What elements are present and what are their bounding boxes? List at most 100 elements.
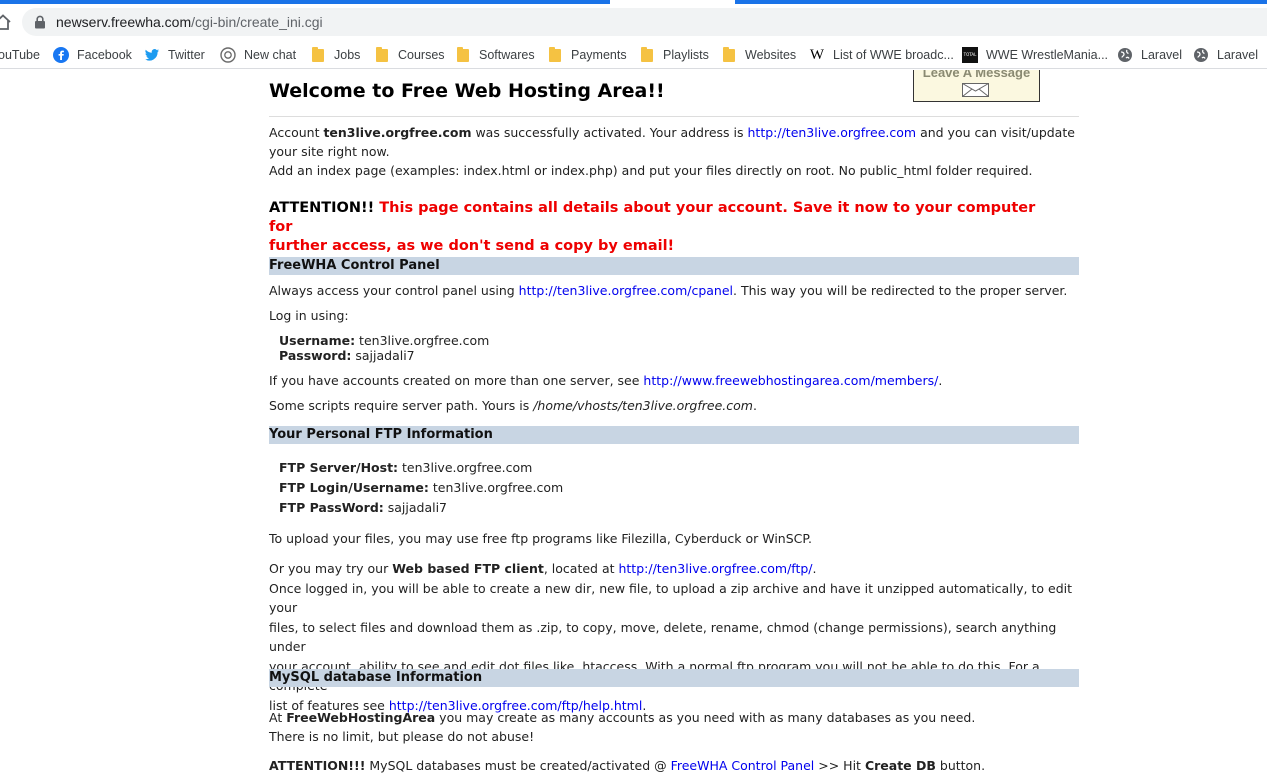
openai-icon bbox=[220, 47, 236, 63]
globe-icon bbox=[1193, 47, 1209, 63]
ftp-upload-paragraph: To upload your files, you may use free f… bbox=[269, 531, 812, 546]
web-ftp-text: , located at bbox=[543, 561, 619, 576]
globe-icon bbox=[1117, 47, 1133, 63]
account-name: ten3live.orgfree.com bbox=[323, 125, 472, 140]
control-panel-link[interactable]: FreeWHA Control Panel bbox=[671, 758, 815, 773]
attention-label: ATTENTION!! bbox=[269, 200, 375, 216]
intro-text: and you can visit/update bbox=[916, 125, 1075, 140]
mysql-attention-label: ATTENTION!!! bbox=[269, 758, 366, 773]
bookmark-facebook[interactable]: Facebook bbox=[53, 45, 132, 65]
bookmark-label: WWE WrestleMania... bbox=[986, 48, 1109, 62]
server-path-value: /home/vhosts/ten3live.orgfree.com bbox=[533, 398, 753, 413]
server-path-text: . bbox=[752, 398, 757, 413]
create-db-label: Create DB bbox=[864, 758, 936, 773]
cpanel-link[interactable]: http://ten3live.orgfree.com/cpanel bbox=[519, 283, 733, 298]
total-icon: TOTAL bbox=[962, 47, 978, 63]
url-text[interactable]: newserv.freewha.com/cgi-bin/create_ini.c… bbox=[56, 14, 323, 30]
bookmark-websites[interactable]: Websites bbox=[721, 45, 796, 65]
leave-message-text: Leave A Message bbox=[922, 70, 1031, 80]
bookmark-courses[interactable]: Courses bbox=[374, 45, 445, 65]
site-address-link[interactable]: http://ten3live.orgfree.com bbox=[748, 125, 917, 140]
ftp-server-label: FTP Server/Host: bbox=[279, 460, 399, 475]
bookmark-wwe-list[interactable]: W List of WWE broadc... bbox=[809, 45, 954, 65]
lock-icon[interactable] bbox=[34, 15, 46, 29]
folder-icon bbox=[639, 46, 655, 63]
server-path-text: Some scripts require server path. Yours … bbox=[269, 398, 534, 413]
leave-message-banner[interactable]: Leave A Message bbox=[913, 70, 1040, 102]
bookmark-label: Playlists bbox=[663, 48, 709, 62]
envelope-icon bbox=[962, 83, 989, 97]
intro-text: Account bbox=[269, 125, 324, 140]
address-bar[interactable]: newserv.freewha.com/cgi-bin/create_ini.c… bbox=[22, 8, 1267, 36]
ftp-server-value: ten3live.orgfree.com bbox=[398, 460, 533, 475]
intro-text: your site right now. bbox=[269, 144, 390, 159]
folder-icon bbox=[547, 46, 563, 63]
bookmark-laravel-2[interactable]: Laravel bbox=[1193, 45, 1258, 65]
ftp-login-label: FTP Login/Username: bbox=[279, 480, 429, 495]
page-title: Welcome to Free Web Hosting Area!! bbox=[269, 80, 665, 102]
cpanel-text: . This way you will be redirected to the… bbox=[733, 283, 1068, 298]
bookmark-label: Laravel bbox=[1141, 48, 1182, 62]
members-link[interactable]: http://www.freewebhostingarea.com/member… bbox=[643, 373, 938, 388]
browser-toolbar: newserv.freewha.com/cgi-bin/create_ini.c… bbox=[0, 4, 1267, 40]
username-value: ten3live.orgfree.com bbox=[355, 333, 490, 348]
bookmark-label: Softwares bbox=[479, 48, 535, 62]
attention-notice: ATTENTION!! This page contains all detai… bbox=[269, 199, 1059, 256]
login-intro: Log in using: bbox=[269, 308, 349, 323]
bookmark-twitter[interactable]: Twitter bbox=[144, 45, 205, 65]
intro-text: was successfully activated. Your address… bbox=[471, 125, 748, 140]
section-heading-control-panel: FreeWHA Control Panel bbox=[269, 257, 1079, 275]
home-icon[interactable] bbox=[0, 13, 12, 31]
web-ftp-text: Or you may try our bbox=[269, 561, 393, 576]
url-host: newserv.freewha.com bbox=[56, 14, 192, 30]
bookmark-laravel-1[interactable]: Laravel bbox=[1117, 45, 1182, 65]
bookmark-label: Websites bbox=[745, 48, 797, 62]
mysql-bold: FreeWebHostingArea bbox=[286, 710, 436, 725]
folder-icon bbox=[374, 46, 390, 63]
username-label: Username: bbox=[279, 333, 356, 348]
folder-icon bbox=[721, 46, 737, 63]
mysql-text: At bbox=[269, 710, 287, 725]
bookmark-label: List of WWE broadc... bbox=[833, 48, 954, 62]
index-page-note: Add an index page (examples: index.html … bbox=[269, 163, 1033, 178]
section-heading-ftp: Your Personal FTP Information bbox=[269, 426, 1079, 444]
server-path-paragraph: Some scripts require server path. Yours … bbox=[269, 396, 1079, 415]
cpanel-paragraph: Always access your control panel using h… bbox=[269, 281, 1079, 300]
web-ftp-link[interactable]: http://ten3live.orgfree.com/ftp/ bbox=[618, 561, 812, 576]
bookmark-softwares[interactable]: Softwares bbox=[455, 45, 535, 65]
ftp-password-label: FTP PassWord: bbox=[279, 500, 384, 515]
ftp-credentials: FTP Server/Host: ten3live.orgfree.com FT… bbox=[279, 458, 563, 518]
bookmark-label: Payments bbox=[571, 48, 627, 62]
bookmark-new-chat[interactable]: New chat bbox=[220, 45, 296, 65]
members-text: If you have accounts created on more tha… bbox=[269, 373, 644, 388]
web-ftp-bold: Web based FTP client bbox=[392, 561, 544, 576]
bookmark-label: Jobs bbox=[334, 48, 361, 62]
web-ftp-text: . bbox=[812, 561, 817, 576]
members-text: . bbox=[938, 373, 943, 388]
bookmark-label: ouTube bbox=[0, 48, 40, 62]
mysql-attention: ATTENTION!!! MySQL databases must be cre… bbox=[269, 756, 1079, 775]
wikipedia-icon: W bbox=[809, 46, 825, 63]
facebook-icon bbox=[53, 47, 69, 63]
bookmark-payments[interactable]: Payments bbox=[547, 45, 627, 65]
mysql-attention-text: >> Hit bbox=[814, 758, 865, 773]
bookmark-playlists[interactable]: Playlists bbox=[639, 45, 709, 65]
password-label: Password: bbox=[279, 348, 352, 363]
bookmark-label: New chat bbox=[244, 48, 297, 62]
bookmark-youtube[interactable]: ouTube bbox=[0, 45, 40, 65]
login-credentials: Username: ten3live.orgfree.com Password:… bbox=[279, 333, 489, 363]
mysql-attention-text: button. bbox=[935, 758, 986, 773]
intro-paragraph: Account ten3live.orgfree.com was success… bbox=[269, 123, 1079, 180]
bookmark-label: Twitter bbox=[168, 48, 205, 62]
ftp-login-value: ten3live.orgfree.com bbox=[428, 480, 564, 495]
ftp-password-value: sajjadali7 bbox=[383, 500, 448, 515]
section-heading-mysql: MySQL database Information bbox=[269, 669, 1079, 687]
url-path: /cgi-bin/create_ini.cgi bbox=[191, 14, 323, 30]
bookmarks-bar: ouTube Facebook Twitter New chat Jobs Co… bbox=[0, 40, 1267, 69]
ftp-description: Once logged in, you will be able to crea… bbox=[269, 580, 1073, 616]
bookmark-jobs[interactable]: Jobs bbox=[310, 45, 360, 65]
password-value: sajjadali7 bbox=[351, 348, 415, 363]
members-paragraph: If you have accounts created on more tha… bbox=[269, 371, 1079, 390]
folder-icon bbox=[455, 46, 471, 63]
bookmark-wrestlemania[interactable]: TOTAL WWE WrestleMania... bbox=[962, 45, 1108, 65]
